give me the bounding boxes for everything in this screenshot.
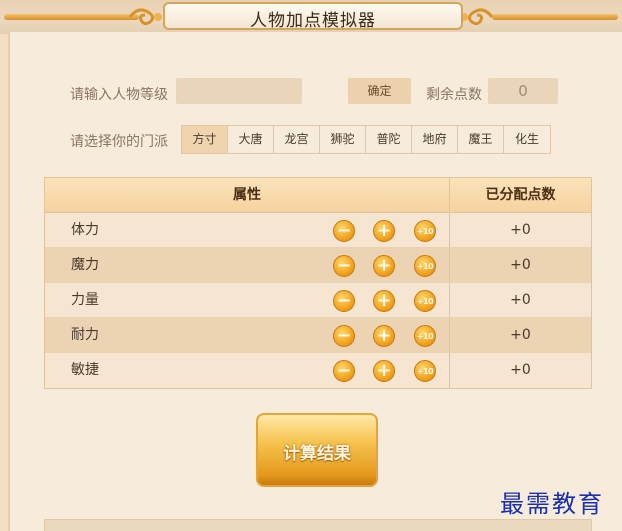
plus-icon-button[interactable]: + — [373, 360, 395, 382]
scroll-ornament-icon — [128, 8, 162, 26]
attribute-name: 耐力 — [71, 327, 99, 343]
sect-option-difu[interactable]: 地府 — [412, 126, 458, 153]
calculate-result-button[interactable]: 计算结果 — [256, 413, 378, 487]
allocated-points: +0 — [510, 327, 531, 343]
table-row: 力量 − + +10 +0 — [45, 283, 591, 318]
attribute-name: 体力 — [71, 222, 99, 238]
results-panel-top — [44, 519, 592, 531]
allocated-points: +0 — [510, 292, 531, 308]
attribute-name: 魔力 — [71, 257, 99, 273]
remaining-points-label: 剩余点数 — [426, 87, 482, 103]
attribute-table: 属性 已分配点数 体力 − + +10 +0 魔力 − + +10 +0 力量 … — [44, 177, 592, 389]
banner-bar-right — [492, 14, 618, 20]
plus10-icon-button[interactable]: +10 — [414, 290, 436, 312]
allocated-points: +0 — [510, 222, 531, 238]
sect-option-huasheng[interactable]: 化生 — [504, 126, 550, 153]
table-header: 属性 已分配点数 — [45, 178, 591, 213]
banner-bar-left — [4, 14, 139, 20]
sect-option-shituo[interactable]: 狮驼 — [320, 126, 366, 153]
minus-icon-button[interactable]: − — [333, 360, 355, 382]
sect-option-mowang[interactable]: 魔王 — [458, 126, 504, 153]
sect-label: 请选择你的门派 — [70, 134, 168, 150]
minus-icon-button[interactable]: − — [333, 325, 355, 347]
column-header-attribute: 属性 — [45, 178, 450, 212]
table-row: 敏捷 − + +10 +0 — [45, 353, 591, 388]
plus10-icon-button[interactable]: +10 — [414, 255, 436, 277]
allocated-points: +0 — [510, 362, 531, 378]
minus-icon-button[interactable]: − — [333, 255, 355, 277]
plus10-icon-button[interactable]: +10 — [414, 360, 436, 382]
minus-icon-button[interactable]: − — [333, 220, 355, 242]
level-input[interactable] — [176, 78, 302, 104]
watermark-text: 最需教育 — [500, 490, 604, 518]
attribute-cell: 体力 − + +10 — [45, 213, 450, 247]
plus10-icon-button[interactable]: +10 — [414, 325, 436, 347]
sect-option-fangcun[interactable]: 方寸 — [182, 126, 228, 153]
level-label: 请输入人物等级 — [70, 87, 168, 103]
page-title-box: 人物加点模拟器 — [163, 2, 463, 31]
plus-icon-button[interactable]: + — [373, 220, 395, 242]
attribute-cell: 魔力 − + +10 — [45, 248, 450, 282]
minus-icon-button[interactable]: − — [333, 290, 355, 312]
scroll-ornament-icon — [460, 8, 494, 26]
page-title: 人物加点模拟器 — [250, 11, 376, 31]
sect-option-datang[interactable]: 大唐 — [228, 126, 274, 153]
attribute-name: 力量 — [71, 292, 99, 308]
remaining-points-value: 0 — [488, 78, 558, 104]
attribute-cell: 耐力 − + +10 — [45, 318, 450, 352]
plus-icon-button[interactable]: + — [373, 255, 395, 277]
calculate-result-label: 计算结果 — [283, 444, 351, 464]
plus10-icon-button[interactable]: +10 — [414, 220, 436, 242]
table-row: 魔力 − + +10 +0 — [45, 248, 591, 283]
confirm-button[interactable]: 确定 — [348, 78, 411, 104]
plus-icon-button[interactable]: + — [373, 290, 395, 312]
attribute-name: 敏捷 — [71, 362, 99, 378]
attribute-cell: 力量 − + +10 — [45, 283, 450, 317]
sect-option-putuo[interactable]: 普陀 — [366, 126, 412, 153]
sect-option-longgong[interactable]: 龙宫 — [274, 126, 320, 153]
plus-icon-button[interactable]: + — [373, 325, 395, 347]
table-row: 耐力 − + +10 +0 — [45, 318, 591, 353]
allocated-points: +0 — [510, 257, 531, 273]
attribute-cell: 敏捷 − + +10 — [45, 353, 450, 388]
sect-selector: 方寸 大唐 龙宫 狮驼 普陀 地府 魔王 化生 — [181, 125, 551, 154]
table-row: 体力 − + +10 +0 — [45, 213, 591, 248]
column-header-points: 已分配点数 — [485, 187, 556, 203]
